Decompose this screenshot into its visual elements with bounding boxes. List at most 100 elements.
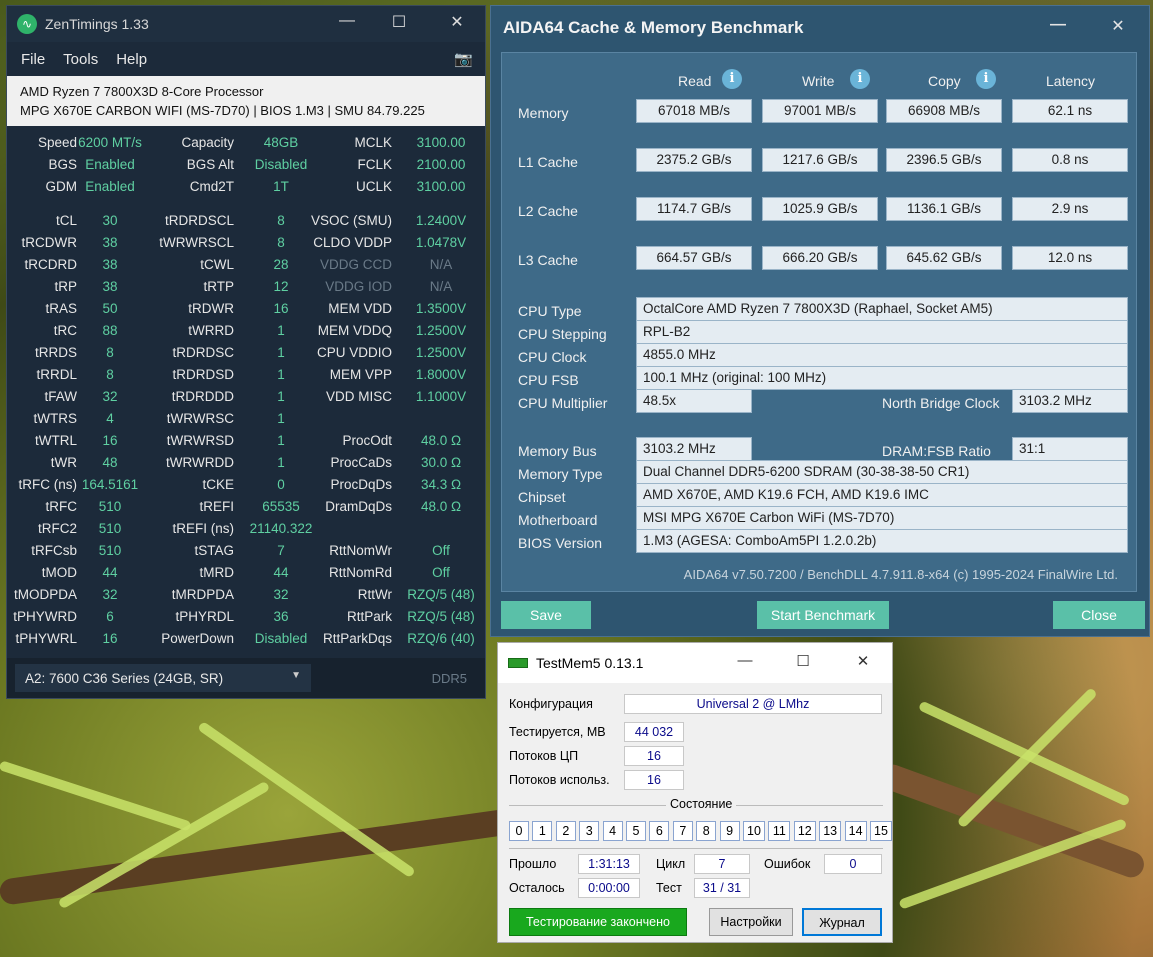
timing-row: tMODPDA 32 tMRDPDA 32 RttWr RZQ/5 (48) xyxy=(7,584,487,606)
timing-row: tWTRL 16 tWRWRSD 1 ProcOdt 48.0 Ω xyxy=(7,430,487,452)
bench-latency-value: 12.0 ns xyxy=(1012,246,1128,270)
zentimings-titlebar: ∿ ZenTimings 1.33 — ☐ ✕ xyxy=(7,6,485,42)
info-icon[interactable]: i xyxy=(722,69,742,89)
thread-cell: 13 xyxy=(819,821,842,841)
thread-cell: 1 xyxy=(532,821,553,841)
pine-needle xyxy=(0,760,192,832)
pine-needle xyxy=(956,687,1098,829)
minimize-icon[interactable]: — xyxy=(1043,16,1073,34)
maximize-icon[interactable]: ☐ xyxy=(788,652,818,670)
timing-value: 30.0 Ω xyxy=(420,455,462,470)
aida64-titlebar: AIDA64 Cache & Memory Benchmark — ✕ xyxy=(491,6,1149,50)
cycle-label: Цикл xyxy=(656,857,686,871)
thread-cell: 8 xyxy=(696,821,717,841)
cpu-clock-value: 4855.0 MHz xyxy=(636,343,1128,367)
bench-write-value: 1217.6 GB/s xyxy=(762,148,878,172)
motherboard-value: MSI MPG X670E Carbon WiFi (MS-7D70) xyxy=(636,506,1128,530)
thread-cell: 0 xyxy=(509,821,529,841)
timing-value: Disabled xyxy=(254,157,308,172)
timing-row: GDM Enabled Cmd2T 1T UCLK 3100.00 xyxy=(7,176,487,198)
status-button[interactable]: Тестирование закончено xyxy=(509,908,687,936)
memory-type-label: Memory Type xyxy=(518,466,603,482)
test-value: 31 / 31 xyxy=(694,878,750,898)
close-icon[interactable]: ✕ xyxy=(848,652,878,670)
cpu-clock-label: CPU Clock xyxy=(518,349,587,365)
testmem5-titlebar: TestMem5 0.13.1 — ☐ ✕ xyxy=(498,643,892,683)
start-benchmark-button[interactable]: Start Benchmark xyxy=(757,601,889,629)
close-button[interactable]: Close xyxy=(1053,601,1145,629)
minimize-icon[interactable]: — xyxy=(730,652,760,669)
elapsed-value: 1:31:13 xyxy=(578,854,640,874)
menu-tools[interactable]: Tools xyxy=(63,51,98,68)
timing-value: RZQ/6 (40) xyxy=(407,631,475,646)
maximize-icon[interactable]: ☐ xyxy=(379,12,419,32)
timing-value: 38 xyxy=(102,279,118,294)
memory-type-label: DDR5 xyxy=(431,671,467,686)
cycle-value: 7 xyxy=(694,854,750,874)
log-button[interactable]: Журнал xyxy=(802,908,882,936)
thread-cell: 9 xyxy=(719,821,740,841)
timing-value: 164.5161 xyxy=(81,477,139,492)
timing-value: Enabled xyxy=(85,157,135,172)
timing-value: N/A xyxy=(429,279,453,294)
cpu-type-value: OctalCore AMD Ryzen 7 7800X3D (Raphael, … xyxy=(636,297,1128,321)
timing-value: 4 xyxy=(106,411,114,426)
threads-label: Потоков ЦП xyxy=(509,749,579,763)
timing-value: 1.1000V xyxy=(415,389,467,404)
timing-value: 6200 MT/s xyxy=(78,135,142,150)
close-icon[interactable]: ✕ xyxy=(437,12,477,32)
used-threads-value: 16 xyxy=(624,770,684,790)
cpu-stepping-value: RPL-B2 xyxy=(636,320,1128,344)
bench-write-value: 97001 MB/s xyxy=(762,99,878,123)
chipset-label: Chipset xyxy=(518,489,566,505)
info-icon[interactable]: i xyxy=(976,69,996,89)
info-icon[interactable]: i xyxy=(850,69,870,89)
timing-value: 38 xyxy=(102,257,118,272)
testmem5-window: TestMem5 0.13.1 — ☐ ✕ Конфигурация Unive… xyxy=(497,642,893,943)
thread-cell: 4 xyxy=(602,821,623,841)
screenshot-camera-icon[interactable]: 📷 xyxy=(454,50,473,68)
timing-value: 38 xyxy=(102,235,118,250)
nb-clock-label: North Bridge Clock xyxy=(882,395,1000,411)
timing-value: 510 xyxy=(98,499,122,514)
timing-row: tWR 48 tWRWRDD 1 ProcCaDs 30.0 Ω xyxy=(7,452,487,474)
cpu-name: AMD Ryzen 7 7800X3D 8-Core Processor xyxy=(20,84,264,99)
timing-value: Enabled xyxy=(85,179,135,194)
timing-value: 88 xyxy=(102,323,118,338)
used-threads-label: Потоков использ. xyxy=(509,773,610,787)
close-icon[interactable]: ✕ xyxy=(1103,16,1133,36)
thread-cell: 7 xyxy=(672,821,693,841)
bios-label: BIOS Version xyxy=(518,535,603,551)
cpu-multiplier-label: CPU Multiplier xyxy=(518,395,608,411)
motherboard-label: Motherboard xyxy=(518,512,598,528)
timing-value: 30 xyxy=(102,213,118,228)
timing-value: 48.0 Ω xyxy=(420,499,462,514)
timing-value: 36 xyxy=(273,609,289,624)
errors-value: 0 xyxy=(824,854,882,874)
timing-row: tPHYWRL 16 PowerDown Disabled RttParkDqs RZQ/… xyxy=(7,628,487,650)
timing-value: 44 xyxy=(273,565,289,580)
save-button[interactable]: Save xyxy=(501,601,591,629)
system-info: AMD Ryzen 7 7800X3D 8-Core Processor MPG… xyxy=(7,76,485,126)
bench-read-value: 67018 MB/s xyxy=(636,99,752,123)
menu-help[interactable]: Help xyxy=(116,51,147,68)
timing-value: 21140.322 xyxy=(249,521,313,536)
dimm-bar: A2: 7600 C36 Series (24GB, SR) ▼ DDR5 xyxy=(7,658,485,698)
timing-value: 1 xyxy=(277,389,285,404)
minimize-icon[interactable]: — xyxy=(327,12,367,30)
thread-cell: 3 xyxy=(579,821,600,841)
timing-value: 1.3500V xyxy=(415,301,467,316)
cpu-multiplier-value: 48.5x xyxy=(636,389,752,413)
bench-row-label: L3 Cache xyxy=(518,252,578,268)
bench-copy-value: 66908 MB/s xyxy=(886,99,1002,123)
menu-file[interactable]: File xyxy=(21,51,45,68)
dimm-select[interactable]: A2: 7600 C36 Series (24GB, SR) ▼ xyxy=(15,664,311,692)
memory-module-icon xyxy=(508,658,528,668)
config-label: Конфигурация xyxy=(509,697,593,711)
timing-value: 16 xyxy=(102,433,118,448)
settings-button[interactable]: Настройки xyxy=(709,908,793,936)
timing-row: tRFC2 510 tREFI (ns) 21140.322 xyxy=(7,518,487,540)
timing-value: 1.2500V xyxy=(415,345,467,360)
aida64-window: AIDA64 Cache & Memory Benchmark — ✕ Read… xyxy=(490,5,1150,637)
timing-row: tRFC 510 tREFI 65535 DramDqDs 48.0 Ω xyxy=(7,496,487,518)
